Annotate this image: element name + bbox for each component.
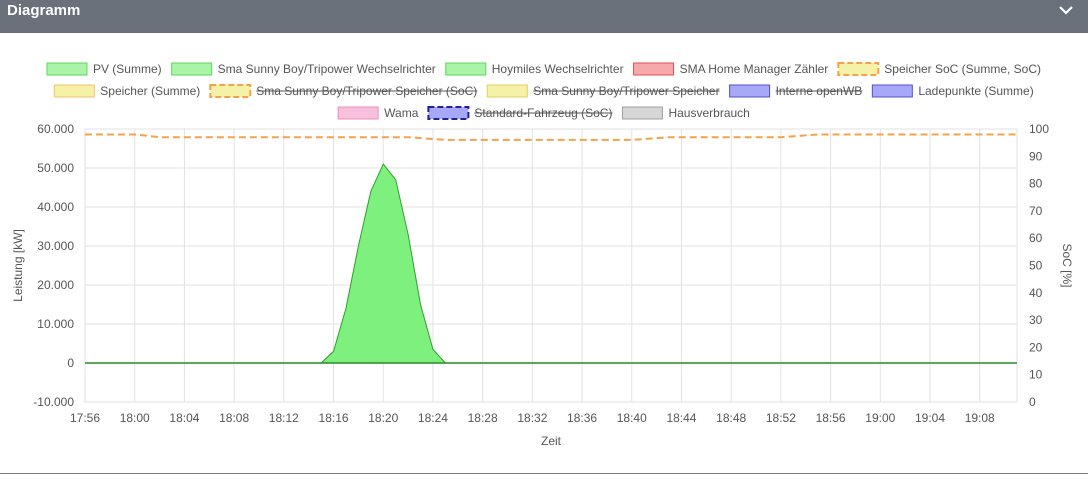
- legend-swatch: [871, 84, 913, 98]
- x-tick-label: 19:04: [915, 411, 945, 425]
- chart-panel: PV (Summe) Sma Sunny Boy/Tripower Wechsel…: [0, 33, 1088, 473]
- legend-swatch: [337, 106, 379, 120]
- panel-title: Diagramm: [7, 2, 81, 19]
- x-axis-label: Zeit: [541, 434, 562, 448]
- x-tick-label: 18:20: [368, 411, 398, 425]
- legend-item[interactable]: Interne openWB: [729, 84, 863, 98]
- panel-header: Diagramm: [0, 0, 1088, 33]
- x-tick-label: 18:40: [617, 411, 647, 425]
- chart-series: [85, 133, 1017, 364]
- x-tick-label: 18:36: [567, 411, 597, 425]
- x-tick-label: 18:32: [517, 411, 547, 425]
- legend-label: Sma Sunny Boy/Tripower Wechselrichter: [218, 62, 436, 76]
- pv-area: [85, 163, 1017, 364]
- y-right-tick-label: 80: [1029, 177, 1043, 191]
- y-right-tick-label: 0: [1029, 395, 1036, 409]
- legend-swatch: [46, 62, 88, 76]
- legend-label: Speicher SoC (Summe, SoC): [884, 62, 1041, 76]
- x-tick-label: 17:56: [70, 411, 100, 425]
- legend-label: PV (Summe): [93, 62, 162, 76]
- x-tick-label: 18:24: [418, 411, 448, 425]
- legend-label: Ladepunkte (Summe): [918, 84, 1033, 98]
- y-left-tick-label: 60.000: [37, 122, 74, 136]
- x-tick-label: 18:48: [716, 411, 746, 425]
- x-tick-label: 19:08: [965, 411, 995, 425]
- legend-label: Speicher (Summe): [100, 84, 200, 98]
- y-left-tick-label: 10.000: [37, 317, 74, 331]
- y-left-tick-label: 0: [67, 356, 74, 370]
- legend-label: Hoymiles Wechselrichter: [492, 62, 624, 76]
- y-right-axis-label: SoC [%]: [1060, 243, 1074, 287]
- y-right-tick-label: 60: [1029, 231, 1043, 245]
- chart-legend: PV (Summe) Sma Sunny Boy/Tripower Wechsel…: [46, 62, 1041, 120]
- legend-swatch: [621, 106, 663, 120]
- y-left-tick-label: 20.000: [37, 278, 74, 292]
- y-right-tick-label: 100: [1029, 122, 1049, 136]
- legend-item[interactable]: SMA Home Manager Zähler: [633, 62, 829, 76]
- y-left-axis-label: Leistung [kW]: [11, 229, 25, 302]
- x-tick-label: 18:08: [219, 411, 249, 425]
- y-right-tick-label: 10: [1029, 368, 1043, 382]
- x-tick-label: 18:04: [169, 411, 199, 425]
- chevron-down-icon[interactable]: [1058, 4, 1074, 16]
- legend-item[interactable]: PV (Summe): [46, 62, 162, 76]
- y-right-tick-label: 70: [1029, 204, 1043, 218]
- legend-item[interactable]: Ladepunkte (Summe): [871, 84, 1034, 98]
- x-tick-label: 18:16: [319, 411, 349, 425]
- legend-swatch: [445, 62, 487, 76]
- legend-swatch: [427, 106, 470, 120]
- y-right-tick-label: 30: [1029, 313, 1043, 327]
- x-tick-label: 18:44: [666, 411, 696, 425]
- y-left-tick-label: 50.000: [37, 161, 74, 175]
- legend-label: SMA Home Manager Zähler: [680, 62, 829, 76]
- x-tick-label: 18:52: [766, 411, 796, 425]
- legend-item[interactable]: Sma Sunny Boy/Tripower Speicher (SoC): [209, 84, 478, 98]
- legend-swatch: [633, 62, 675, 76]
- panel-divider: [0, 473, 1088, 474]
- y-left-tick-label: -10.000: [33, 395, 74, 409]
- legend-item[interactable]: Hausverbrauch: [621, 106, 750, 120]
- legend-item[interactable]: Standard-Fahrzeug (SoC): [427, 106, 613, 120]
- legend-swatch: [171, 62, 213, 76]
- y-right-tick-label: 20: [1029, 340, 1043, 354]
- y-left-tick-label: 40.000: [37, 200, 74, 214]
- legend-item[interactable]: Hoymiles Wechselrichter: [445, 62, 624, 76]
- legend-swatch: [53, 84, 95, 98]
- x-tick-label: 18:12: [269, 411, 299, 425]
- soc-line: [85, 133, 1017, 141]
- legend-swatch: [837, 62, 880, 76]
- legend-item[interactable]: Sma Sunny Boy/Tripower Speicher: [486, 84, 720, 98]
- legend-swatch: [209, 84, 252, 98]
- x-tick-label: 18:00: [120, 411, 150, 425]
- y-right-tick-label: 50: [1029, 259, 1043, 273]
- legend-item[interactable]: Sma Sunny Boy/Tripower Wechselrichter: [171, 62, 436, 76]
- power-chart: PV (Summe) Sma Sunny Boy/Tripower Wechsel…: [11, 62, 1074, 448]
- x-tick-label: 18:28: [468, 411, 498, 425]
- legend-label: Wama: [384, 106, 419, 120]
- legend-item[interactable]: Speicher (Summe): [53, 84, 200, 98]
- chart-grid: [84, 128, 1018, 403]
- x-tick-label: 19:00: [865, 411, 895, 425]
- legend-label: Hausverbrauch: [668, 106, 749, 120]
- x-tick-label: 18:56: [816, 411, 846, 425]
- legend-item[interactable]: Wama: [337, 106, 419, 120]
- y-right-tick-label: 40: [1029, 286, 1043, 300]
- legend-item[interactable]: Speicher SoC (Summe, SoC): [837, 62, 1041, 76]
- legend-swatch: [486, 84, 528, 98]
- y-right-tick-label: 90: [1029, 149, 1043, 163]
- y-left-tick-label: 30.000: [37, 239, 74, 253]
- legend-swatch: [729, 84, 771, 98]
